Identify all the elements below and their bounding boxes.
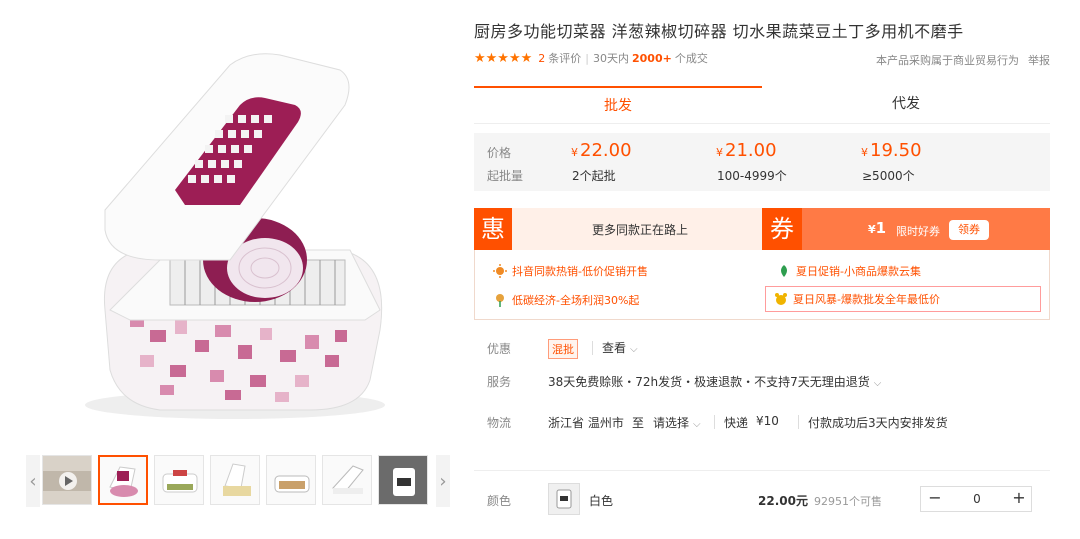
ship-origin: 浙江省 温州市 [548, 416, 624, 430]
thumbnail-video[interactable] [42, 455, 92, 505]
thumbnail-prev-arrow[interactable]: ‹ [26, 455, 40, 507]
price-tier-3: ¥19.50 [861, 140, 922, 161]
tab-dropship[interactable]: 代发 [762, 86, 1050, 124]
main-product-image[interactable] [10, 10, 450, 440]
sun-icon [493, 264, 507, 278]
sales-label: 个成交 [674, 52, 708, 65]
hui-text: 更多同款正在路上 [592, 223, 689, 237]
promo-item-1[interactable]: 抖音同款热销-低价促销开售 [493, 263, 648, 279]
divider [714, 415, 715, 429]
chevron-down-icon: ⌵ [630, 344, 638, 355]
thumbnail-6[interactable] [378, 455, 428, 505]
express-label: 快递 [724, 416, 749, 430]
promo-item-3[interactable]: 低碳经济-全场利润30%起 [493, 292, 639, 308]
chevron-right-icon: › [439, 470, 447, 492]
price-label: 价格 [487, 146, 512, 160]
ship-note: 付款成功后3天内安排发货 [808, 416, 948, 430]
sku-price: 22.00元 [758, 494, 808, 508]
tab-wholesale[interactable]: 批发 [474, 86, 762, 124]
qty-tier-1: 2个起批 [572, 169, 616, 183]
promo-bar: 惠 更多同款正在路上 券 ¥1 限时好券 领券 [474, 208, 1050, 250]
increment-button[interactable]: + [1005, 487, 1033, 511]
product-title: 厨房多功能切菜器 洋葱辣椒切碎器 切水果蔬菜豆土丁多用机不磨手 [474, 22, 964, 41]
promo-item-4[interactable]: 夏日风暴-爆款批发全年最低价 [765, 286, 1041, 312]
trade-note: 本产品采购属于商业贸易行为 [876, 54, 1019, 67]
flower-icon [493, 293, 507, 307]
period-label: 30天内 [593, 52, 629, 65]
coupon-label: 限时好券 [896, 225, 940, 238]
quantity-stepper: − 0 + [920, 486, 1032, 512]
purchase-mode-tabs: 批发 代发 [474, 86, 1050, 124]
claim-coupon-button[interactable]: 领券 [949, 220, 989, 240]
destination-select[interactable]: 请选择 ⌵ [653, 414, 701, 431]
mixed-batch-tag: 混批 [548, 339, 578, 359]
price-tier-2: ¥21.00 [716, 140, 777, 161]
price-tier-1: ¥22.00 [571, 140, 632, 161]
view-discounts-link[interactable]: 查看 ⌵ [602, 339, 638, 356]
wuliu-label: 物流 [487, 416, 512, 430]
rating-stars-icon: ★★★★★ [474, 50, 533, 66]
quantity-input[interactable]: 0 [949, 487, 1005, 511]
rating-row: ★★★★★ 2 条评价 | 30天内 2000+ 个成交 [474, 50, 708, 66]
chevron-left-icon: ‹ [29, 470, 37, 492]
promo-item-2[interactable]: 夏日促销-小商品爆款云集 [777, 263, 921, 279]
qty-tier-3: ≥5000个 [862, 169, 915, 183]
promo-list: 抖音同款热销-低价促销开售 夏日促销-小商品爆款云集 低碳经济-全场利润30%起… [474, 250, 1050, 320]
thumbnail-next-arrow[interactable]: › [436, 455, 450, 507]
chevron-down-icon: ⌵ [873, 378, 882, 389]
section-divider [474, 470, 1050, 471]
qty-tier-2: 100-4999个 [717, 169, 787, 183]
chevron-down-icon: ⌵ [693, 419, 701, 430]
review-count[interactable]: 2 [538, 52, 545, 65]
fuwu-label: 服务 [487, 375, 512, 389]
divider [592, 341, 593, 355]
hui-tag: 惠 [474, 208, 512, 250]
sku-stock: 92951个可售 [814, 495, 882, 508]
quan-tag: 券 [762, 208, 802, 250]
report-link[interactable]: 举报 [1028, 52, 1050, 68]
moq-label: 起批量 [487, 169, 524, 183]
thumbnail-5[interactable] [322, 455, 372, 505]
decrement-button[interactable]: − [921, 487, 949, 511]
sku-color-name: 白色 [589, 494, 614, 508]
youhui-label: 优惠 [487, 342, 512, 356]
thumbnail-2[interactable] [154, 455, 204, 505]
thumbnail-4[interactable] [266, 455, 316, 505]
thumbnail-strip: ‹ › [26, 455, 450, 507]
review-label[interactable]: 条评价 [548, 50, 581, 66]
color-label: 颜色 [487, 494, 512, 508]
separator: | [585, 51, 589, 65]
coupon-banner: 券 ¥1 限时好券 领券 [762, 208, 1050, 250]
discount-banner[interactable]: 惠 更多同款正在路上 [474, 208, 762, 250]
divider [798, 415, 799, 429]
face-icon [774, 292, 788, 306]
leaf-icon [777, 264, 791, 278]
service-terms[interactable]: 38天免费赊账・72h发货・极速退款・不支持7天无理由退货 ⌵ [548, 373, 881, 390]
coupon-amount: ¥1 [868, 219, 887, 237]
thumbnail-3[interactable] [210, 455, 260, 505]
thumbnail-1[interactable] [98, 455, 148, 505]
price-box: 价格 起批量 ¥22.00 2个起批 ¥21.00 100-4999个 ¥19.… [474, 133, 1050, 191]
ship-to-label: 至 [632, 416, 645, 430]
express-price: ¥10 [756, 414, 779, 428]
sales-count: 2000+ [632, 51, 672, 65]
sku-color-thumbnail[interactable] [548, 483, 580, 515]
